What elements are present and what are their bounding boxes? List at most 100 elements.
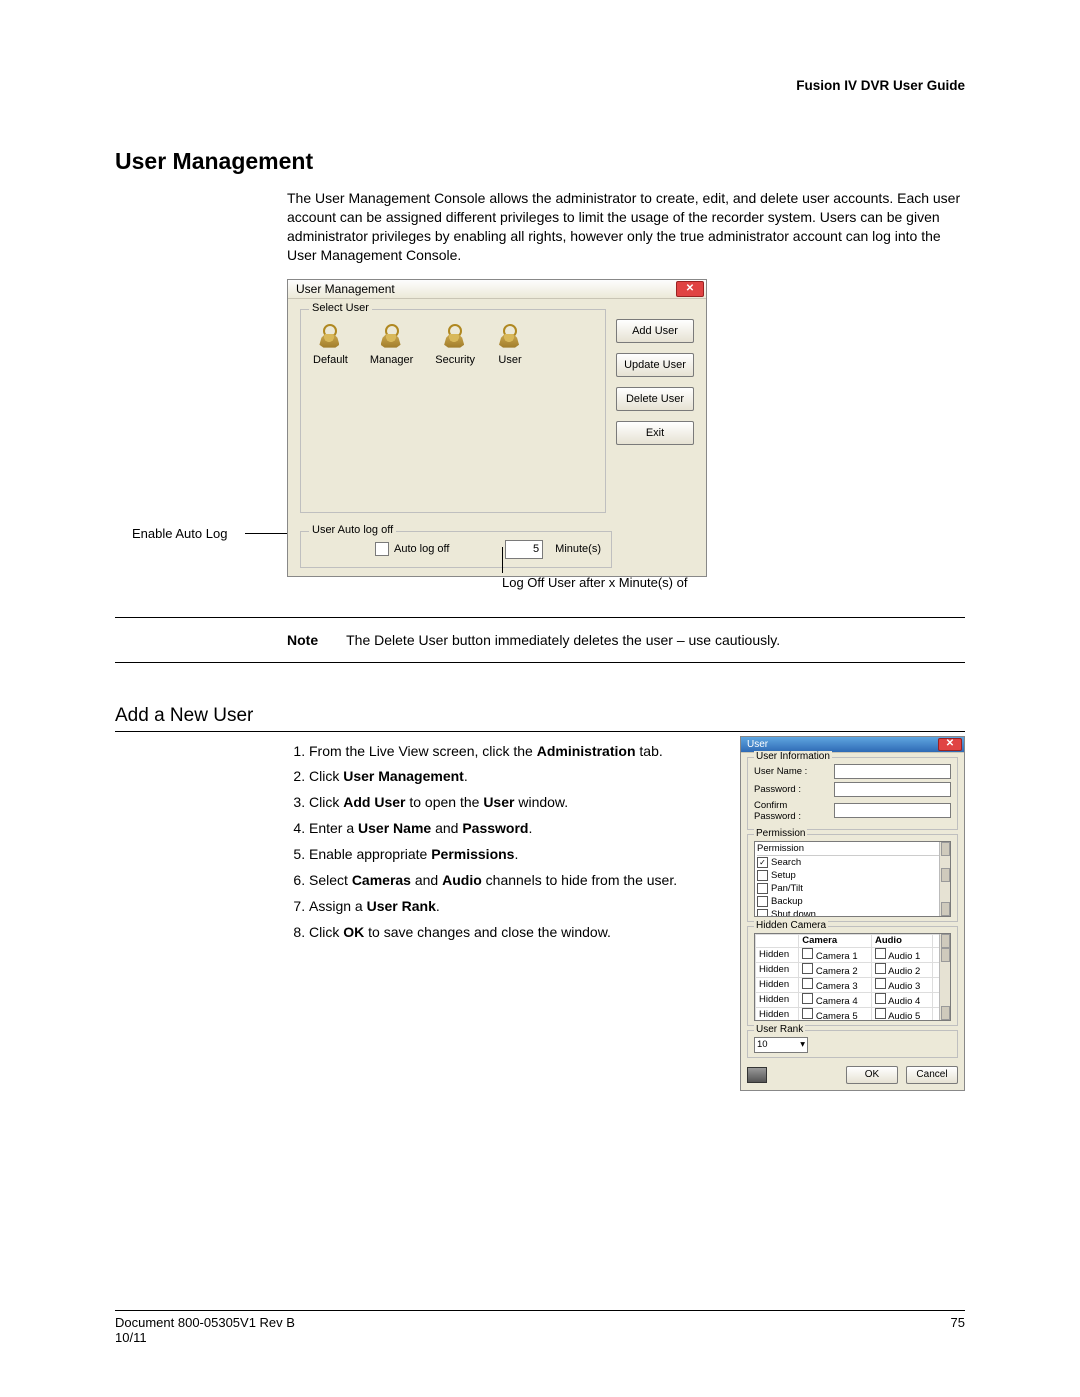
- exit-button[interactable]: Exit: [616, 421, 694, 445]
- step-item: Enter a User Name and Password.: [309, 819, 722, 838]
- permission-header: Permission: [757, 843, 948, 856]
- checkbox-icon[interactable]: [875, 963, 886, 974]
- note-label: Note: [287, 632, 318, 648]
- auto-logoff-legend: User Auto log off: [309, 524, 396, 536]
- steps-list: From the Live View screen, click the Adm…: [287, 742, 728, 1091]
- footer-doc: Document 800-05305V1 Rev B: [115, 1315, 295, 1330]
- checkbox-icon[interactable]: [875, 978, 886, 989]
- table-row: Hidden Camera 4 Audio 4: [756, 992, 950, 1007]
- step-item: Select Cameras and Audio channels to hid…: [309, 871, 722, 890]
- table-row: Hidden Camera 2 Audio 2: [756, 962, 950, 977]
- permission-item[interactable]: Setup: [757, 869, 948, 882]
- select-user-legend: Select User: [309, 302, 372, 314]
- hidden-camera-table: CameraAudioHidden Camera 1 Audio 1Hidden…: [755, 934, 950, 1021]
- checkbox-icon[interactable]: [757, 896, 768, 907]
- checkbox-icon[interactable]: [802, 963, 813, 974]
- footer-date: 10/11: [115, 1330, 295, 1345]
- checkbox-icon[interactable]: [802, 1008, 813, 1019]
- auto-logoff-label: Auto log off: [394, 543, 449, 555]
- scroll-up-icon[interactable]: [941, 934, 950, 948]
- callout-enable-auto-log: Enable Auto Log: [132, 526, 227, 541]
- confirm-password-input[interactable]: [834, 803, 951, 818]
- close-icon[interactable]: ✕: [938, 738, 962, 751]
- titlebar: User Management ✕: [288, 280, 706, 299]
- running-head: Fusion IV DVR User Guide: [115, 78, 965, 93]
- callout-line: [502, 547, 503, 573]
- keys-icon: [379, 324, 405, 350]
- update-user-button[interactable]: Update User: [616, 353, 694, 377]
- hidden-camera-group: Hidden Camera CameraAudioHidden Camera 1…: [747, 926, 958, 1026]
- window-title: User: [747, 739, 768, 750]
- scroll-down-icon[interactable]: [941, 902, 950, 916]
- permission-item[interactable]: ✓Search: [757, 856, 948, 869]
- permission-item[interactable]: Shut down: [757, 908, 948, 917]
- checkbox-icon[interactable]: [757, 870, 768, 881]
- user-item-user[interactable]: User: [497, 324, 523, 366]
- callout-logoff: Log Off User after x Minute(s) of: [502, 575, 687, 590]
- group-legend: User Rank: [754, 1024, 805, 1035]
- ok-button[interactable]: OK: [846, 1066, 898, 1084]
- group-legend: User Information: [754, 751, 832, 762]
- user-item-label: Manager: [370, 354, 413, 366]
- username-label: User Name :: [754, 766, 830, 777]
- step-item: Enable appropriate Permissions.: [309, 845, 722, 864]
- username-input[interactable]: [834, 764, 951, 779]
- permission-item[interactable]: Backup: [757, 895, 948, 908]
- close-icon[interactable]: ✕: [676, 281, 704, 297]
- user-rank-group: User Rank 10 ▾: [747, 1030, 958, 1058]
- cancel-button[interactable]: Cancel: [906, 1066, 958, 1084]
- chevron-down-icon: ▾: [800, 1039, 805, 1050]
- permission-item[interactable]: Pan/Tilt: [757, 882, 948, 895]
- scroll-down-icon[interactable]: [941, 1006, 950, 1020]
- table-row: Hidden Camera 1 Audio 1: [756, 947, 950, 962]
- table-row: Hidden Camera 3 Audio 3: [756, 977, 950, 992]
- auto-logoff-checkbox[interactable]: [375, 542, 389, 556]
- password-input[interactable]: [834, 782, 951, 797]
- group-legend: Hidden Camera: [754, 920, 828, 931]
- table-row: Hidden Camera 5 Audio 5: [756, 1007, 950, 1021]
- rank-select[interactable]: 10 ▾: [754, 1037, 808, 1053]
- minutes-unit: Minute(s): [555, 543, 601, 555]
- select-user-group: Select User Default Manager Security: [300, 309, 606, 513]
- scrollbar[interactable]: [939, 842, 950, 916]
- scroll-thumb[interactable]: [941, 948, 950, 962]
- note-text: The Delete User button immediately delet…: [346, 632, 780, 648]
- keys-icon: [497, 324, 523, 350]
- step-item: Assign a User Rank.: [309, 897, 722, 916]
- user-item-label: User: [498, 354, 521, 366]
- password-label: Password :: [754, 784, 830, 795]
- scrollbar[interactable]: [939, 934, 950, 1020]
- step-item: Click OK to save changes and close the w…: [309, 923, 722, 942]
- subsection-heading: Add a New User: [115, 705, 965, 727]
- checkbox-icon[interactable]: [802, 978, 813, 989]
- scroll-thumb[interactable]: [941, 868, 950, 882]
- minutes-input[interactable]: 5: [505, 540, 543, 559]
- checkbox-icon[interactable]: [757, 883, 768, 894]
- footer-page: 75: [951, 1315, 965, 1345]
- checkbox-icon[interactable]: [802, 993, 813, 1004]
- step-item: Click User Management.: [309, 767, 722, 786]
- delete-user-button[interactable]: Delete User: [616, 387, 694, 411]
- checkbox-icon[interactable]: [875, 993, 886, 1004]
- rank-value: 10: [757, 1039, 768, 1050]
- user-management-window: User Management ✕ Select User Default Ma…: [287, 279, 707, 577]
- intro-paragraph: The User Management Console allows the a…: [287, 189, 965, 265]
- confirm-password-label: Confirm Password :: [754, 800, 830, 822]
- checkbox-icon[interactable]: [875, 948, 886, 959]
- group-legend: Permission: [754, 828, 807, 839]
- add-user-button[interactable]: Add User: [616, 319, 694, 343]
- step-item: Click Add User to open the User window.: [309, 793, 722, 812]
- section-heading: User Management: [115, 148, 965, 175]
- checkbox-icon[interactable]: [875, 1008, 886, 1019]
- scroll-up-icon[interactable]: [941, 842, 950, 856]
- user-dialog: User ✕ User Information User Name : Pass…: [740, 736, 965, 1091]
- logo-icon: [747, 1067, 767, 1083]
- auto-logoff-group: User Auto log off Auto log off 5 Minute(…: [300, 531, 612, 568]
- user-item-manager[interactable]: Manager: [370, 324, 413, 366]
- user-info-group: User Information User Name : Password : …: [747, 757, 958, 830]
- user-item-security[interactable]: Security: [435, 324, 475, 366]
- checkbox-icon[interactable]: ✓: [757, 857, 768, 868]
- user-item-default[interactable]: Default: [313, 324, 348, 366]
- checkbox-icon[interactable]: [802, 948, 813, 959]
- checkbox-icon[interactable]: [757, 909, 768, 917]
